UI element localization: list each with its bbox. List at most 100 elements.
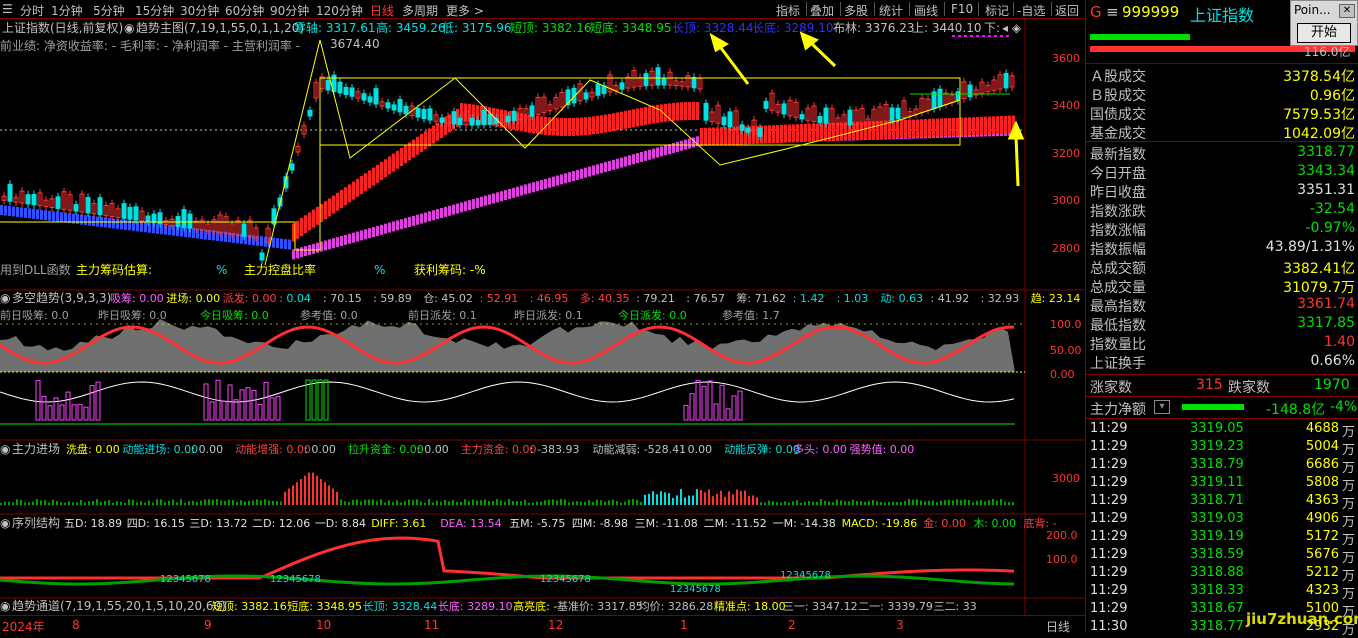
tab-period-more[interactable]: 更多 > <box>446 2 484 19</box>
tool-multistock[interactable]: 多股 <box>844 2 868 19</box>
tab-period-5[interactable]: 60分钟 <box>225 2 264 19</box>
p2-bar <box>944 500 946 505</box>
ribbon-segment <box>796 124 799 143</box>
annotation-arrows <box>709 31 1025 187</box>
chart-area[interactable]: 上证指数(日线,前复权) ◉ 趋势主图(7,19,1,55,0,1,1,20) … <box>0 19 1098 615</box>
tick-row: 11:29 3318.88 5212 万 <box>1090 565 1355 584</box>
candle-body <box>289 163 295 171</box>
p2-bar <box>396 500 398 505</box>
p2-bar <box>568 502 570 505</box>
p2-bar <box>780 502 782 505</box>
menu-icon[interactable]: ≡ <box>1106 3 1119 21</box>
p2-bar <box>852 499 854 505</box>
tab-period-4[interactable]: 30分钟 <box>180 2 219 19</box>
rise-count: 315 <box>1196 377 1223 393</box>
p2-bar <box>196 501 198 505</box>
tab-period-daily[interactable]: 日线 <box>370 2 394 19</box>
panel4-icon[interactable]: ◉ <box>0 599 10 613</box>
p2-bar <box>412 499 414 505</box>
tool-back[interactable]: 返回 <box>1055 2 1079 19</box>
panel3-title[interactable]: 序列结构 <box>12 515 60 530</box>
p2-bar <box>220 500 222 505</box>
tick-time: 11:30 <box>1090 619 1128 634</box>
panel2-icon[interactable]: ◉ <box>0 442 10 456</box>
quote-name: 上证指数 <box>1190 6 1255 25</box>
ribbon-segment <box>388 156 391 175</box>
quote-row-label: 昨日收盘 <box>1090 185 1146 201</box>
ribbon-segment <box>684 102 687 121</box>
panel1-field: : 46.95 <box>530 292 569 305</box>
yaxis-label: 3600 <box>1052 52 1080 65</box>
candle-body <box>481 109 487 126</box>
tab-period-1[interactable]: 1分钟 <box>51 2 83 19</box>
ribbon-segment <box>368 228 371 239</box>
candle-body <box>337 81 343 94</box>
xaxis-mode[interactable]: 日线 <box>1046 618 1070 635</box>
tab-period-7[interactable]: 120分钟 <box>316 2 363 19</box>
panel1-subfield: 今日吸筹: 0.0 <box>200 308 269 322</box>
tab-period-0[interactable]: 分时 <box>20 2 44 19</box>
main-indicator[interactable]: 趋势主图(7,19,1,55,0,1,1,20) <box>136 21 304 35</box>
tool-f10[interactable]: F10 <box>951 2 973 16</box>
p2-bar <box>32 501 34 505</box>
quote-row-value: 1042.09亿 <box>1283 126 1355 142</box>
tool-indicator[interactable]: 指标 <box>776 2 800 19</box>
tool-drawline[interactable]: 画线 <box>914 2 938 19</box>
tick-price: 3318.67 <box>1190 601 1244 616</box>
p2-bar <box>504 501 506 505</box>
p2-bar <box>368 499 370 505</box>
panel1-title[interactable]: 多空趋势(3,9,3,3) <box>12 291 111 305</box>
p2-bar <box>436 500 438 505</box>
candle-body <box>745 127 751 133</box>
ribbon-segment <box>628 110 631 129</box>
tool-watchlist[interactable]: -自选 <box>1017 2 1045 19</box>
candle-body <box>511 110 517 122</box>
p2-bar <box>1004 501 1006 505</box>
net-dropdown-icon[interactable]: ▾ <box>1154 400 1170 414</box>
panel1-subfield: 前日吸筹: 0.0 <box>0 308 69 322</box>
candle-body <box>757 127 763 137</box>
tick-volume: 5676 <box>1305 547 1339 562</box>
p1-bar <box>77 403 83 421</box>
quote-row-value: 43.89/1.31% <box>1265 239 1355 255</box>
tab-period-2[interactable]: 5分钟 <box>93 2 125 19</box>
xaxis-label: 9 <box>204 618 212 632</box>
ribbon-segment <box>348 233 351 244</box>
tool-stats[interactable]: 统计 <box>879 2 903 19</box>
ribbon-segment <box>384 159 387 178</box>
long-bottom-value: 长底: 3289.10 <box>752 20 833 35</box>
p3-yaxis: 100.0 <box>1046 553 1078 566</box>
candle-body <box>799 114 805 120</box>
panel2-title[interactable]: 主力进场 <box>12 442 60 456</box>
tool-overlay[interactable]: 叠加 <box>810 2 834 19</box>
panel1-icon[interactable]: ◉ <box>0 291 10 305</box>
p2-bar <box>432 502 434 505</box>
panel4-title[interactable]: 趋势通道(7,19,1,55,20,1,5,10,20,60) <box>12 599 226 613</box>
ribbon-segment <box>612 113 615 132</box>
main-indicator-icon[interactable]: ◉ <box>124 21 134 35</box>
panel3-icon[interactable]: ◉ <box>0 516 10 530</box>
ribbon-segment <box>592 116 595 135</box>
hamburger-icon[interactable]: ☰ <box>2 2 13 16</box>
tick-row: 11:29 3318.71 4363 万 <box>1090 493 1355 512</box>
start-button[interactable]: 开始 <box>1297 23 1351 43</box>
close-icon[interactable]: ✕ <box>1339 4 1355 18</box>
ribbon-segment <box>396 220 399 231</box>
collapse-icon[interactable]: ◂ ◈ <box>1002 21 1022 35</box>
tab-period-3[interactable]: 15分钟 <box>135 2 174 19</box>
tick-price: 3319.05 <box>1190 421 1244 436</box>
tool-mark[interactable]: 标记 <box>985 2 1009 19</box>
tab-period-6[interactable]: 90分钟 <box>270 2 309 19</box>
p2-bar <box>788 502 790 505</box>
p2-bar <box>976 500 978 505</box>
candle-body <box>721 116 727 126</box>
kline-chart[interactable]: 上证指数(日线,前复权) ◉ 趋势主图(7,19,1,55,0,1,1,20) … <box>0 19 1098 615</box>
ribbon-segment <box>484 195 487 206</box>
p2-bar <box>300 479 302 505</box>
tab-period-multi[interactable]: 多周期 <box>402 2 438 19</box>
p2-bar <box>948 499 950 505</box>
p2-bar <box>204 499 206 505</box>
p2-bar <box>68 501 70 505</box>
ribbon-segment <box>556 117 559 136</box>
xaxis-label: 10 <box>316 618 332 632</box>
